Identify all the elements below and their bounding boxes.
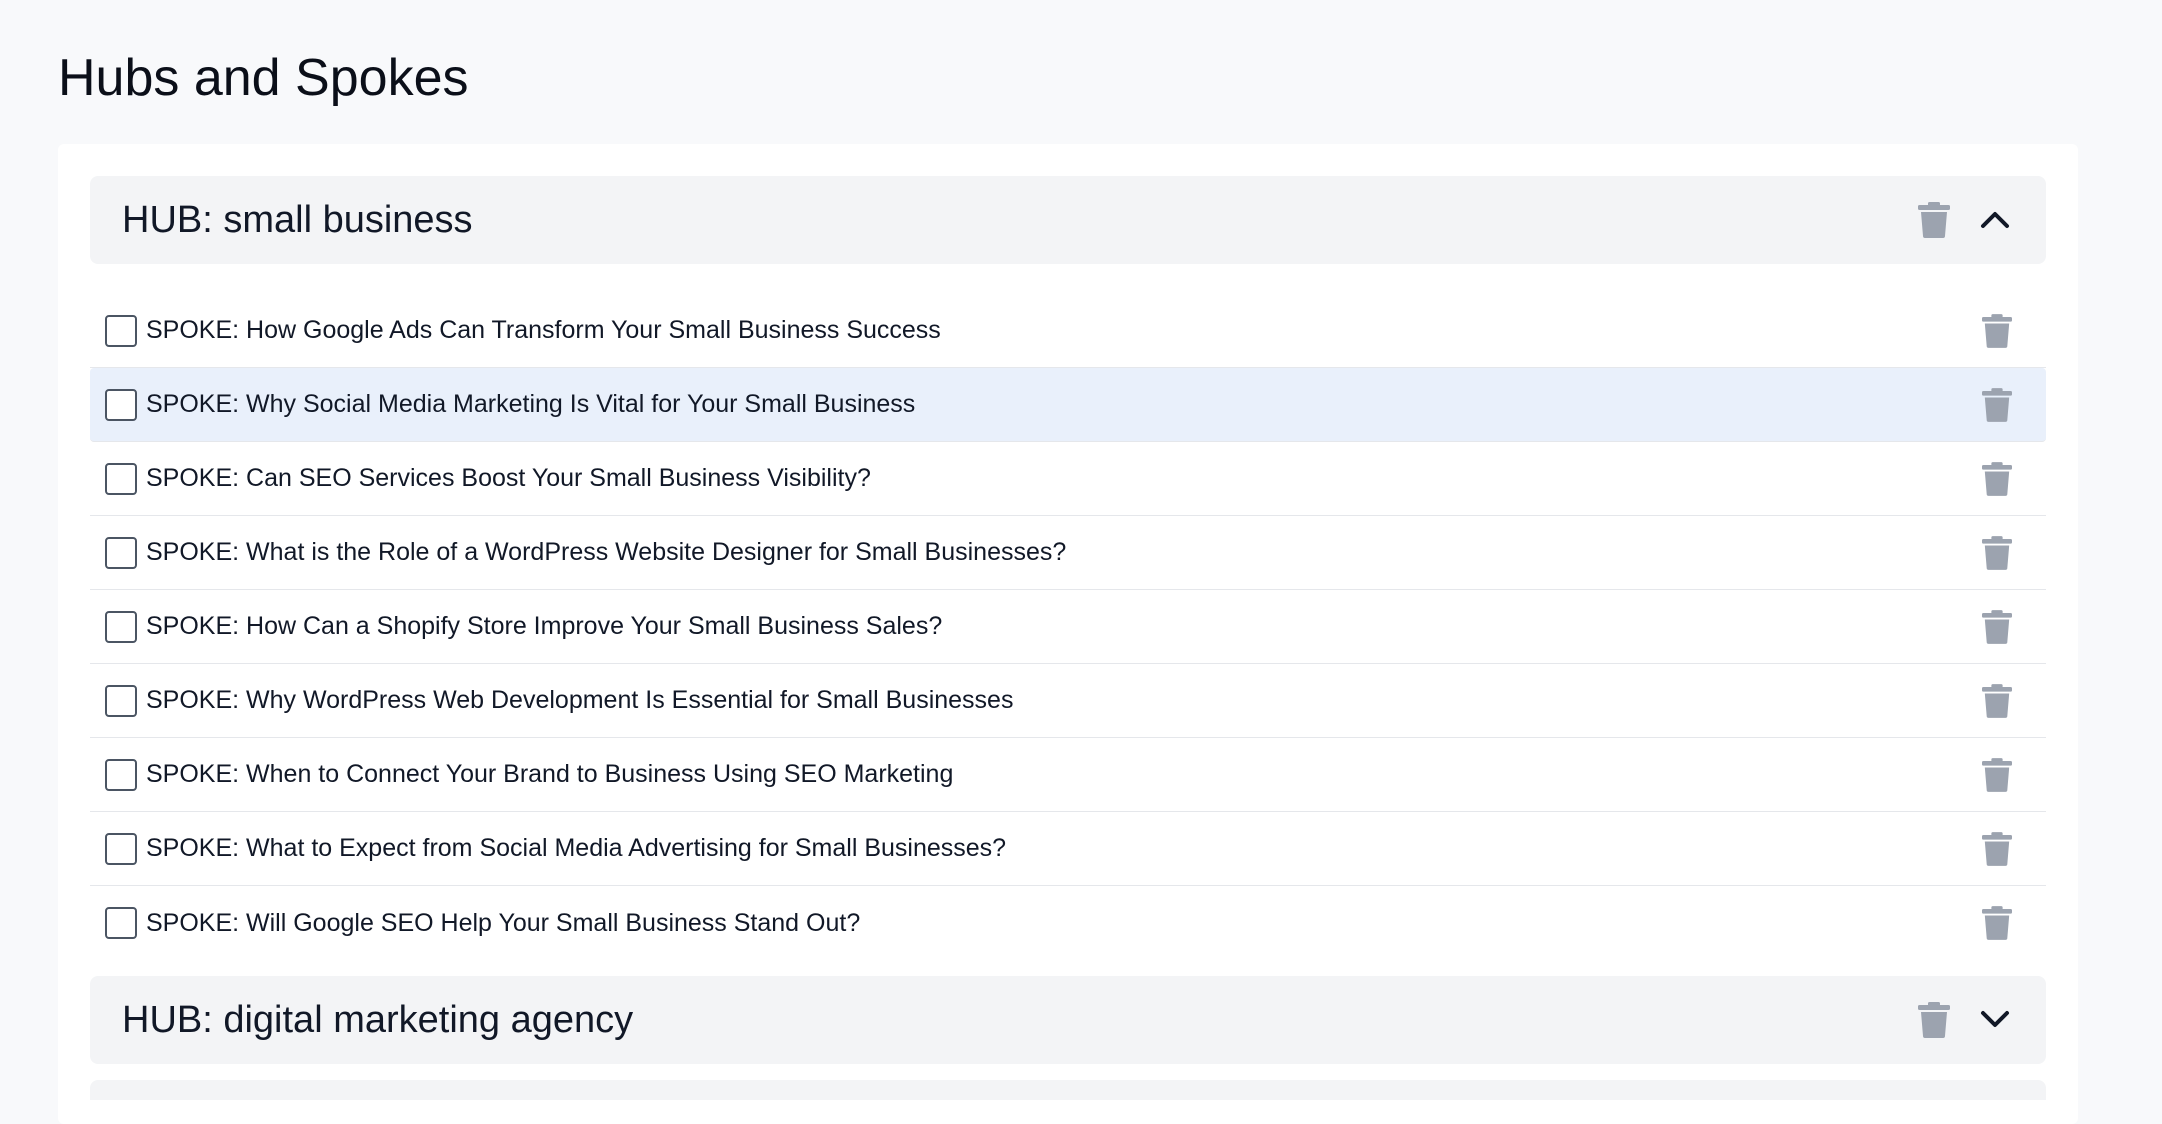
spoke-list: SPOKE: How Google Ads Can Transform Your…	[90, 294, 2046, 960]
trash-icon[interactable]	[1982, 684, 2012, 723]
spoke-row[interactable]: SPOKE: What to Expect from Social Media …	[90, 812, 2046, 886]
spoke-label: SPOKE: Can SEO Services Boost Your Small…	[146, 464, 871, 492]
chevron-down-icon[interactable]	[1978, 1002, 2012, 1041]
spoke-label: SPOKE: What to Expect from Social Media …	[146, 834, 1007, 862]
trash-icon[interactable]	[1982, 388, 2012, 427]
trash-icon[interactable]	[1982, 314, 2012, 353]
trash-icon[interactable]	[1982, 832, 2012, 871]
trash-icon[interactable]	[1982, 536, 2012, 575]
spoke-label: SPOKE: How Can a Shopify Store Improve Y…	[146, 612, 943, 640]
spoke-checkbox[interactable]	[105, 685, 137, 717]
spoke-checkbox[interactable]	[105, 833, 137, 865]
spoke-label: SPOKE: Will Google SEO Help Your Small B…	[146, 908, 861, 937]
spoke-checkbox[interactable]	[105, 315, 137, 347]
spoke-label: SPOKE: Why Social Media Marketing Is Vit…	[146, 390, 916, 418]
spoke-checkbox[interactable]	[105, 611, 137, 643]
spoke-checkbox[interactable]	[105, 759, 137, 791]
hub-title: HUB: small business	[122, 198, 473, 241]
spoke-row[interactable]: SPOKE: Why WordPress Web Development Is …	[90, 664, 2046, 738]
hubs-card: HUB: small business SPOKE: How Google Ad…	[58, 144, 2078, 1124]
spoke-label: SPOKE: When to Connect Your Brand to Bus…	[146, 760, 954, 788]
trash-icon[interactable]	[1918, 1002, 1950, 1043]
trash-icon[interactable]	[1982, 462, 2012, 501]
hub-header-digital-marketing-agency[interactable]: HUB: digital marketing agency	[90, 976, 2046, 1064]
trash-icon[interactable]	[1982, 758, 2012, 797]
spoke-row[interactable]: SPOKE: Can SEO Services Boost Your Small…	[90, 442, 2046, 516]
spoke-checkbox[interactable]	[105, 463, 137, 495]
spoke-label: SPOKE: Why WordPress Web Development Is …	[146, 686, 1014, 714]
spoke-row[interactable]: SPOKE: How Can a Shopify Store Improve Y…	[90, 590, 2046, 664]
trash-icon[interactable]	[1918, 202, 1950, 243]
spoke-row[interactable]: SPOKE: Why Social Media Marketing Is Vit…	[90, 368, 2046, 442]
hub-title: HUB: digital marketing agency	[122, 998, 634, 1041]
spoke-row[interactable]: SPOKE: How Google Ads Can Transform Your…	[90, 294, 2046, 368]
next-hub-edge	[90, 1080, 2046, 1100]
spoke-checkbox[interactable]	[105, 389, 137, 421]
spoke-checkbox[interactable]	[105, 907, 137, 939]
chevron-up-icon[interactable]	[1978, 202, 2012, 241]
spoke-row[interactable]: SPOKE: What is the Role of a WordPress W…	[90, 516, 2046, 590]
spoke-row[interactable]: SPOKE: Will Google SEO Help Your Small B…	[90, 886, 2046, 960]
hub-header-small-business[interactable]: HUB: small business	[90, 176, 2046, 264]
spoke-label: SPOKE: How Google Ads Can Transform Your…	[146, 316, 941, 344]
page-title: Hubs and Spokes	[58, 49, 469, 107]
spoke-checkbox[interactable]	[105, 537, 137, 569]
trash-icon[interactable]	[1982, 610, 2012, 649]
spoke-row[interactable]: SPOKE: When to Connect Your Brand to Bus…	[90, 738, 2046, 812]
spoke-label: SPOKE: What is the Role of a WordPress W…	[146, 538, 1067, 566]
trash-icon[interactable]	[1982, 906, 2012, 945]
